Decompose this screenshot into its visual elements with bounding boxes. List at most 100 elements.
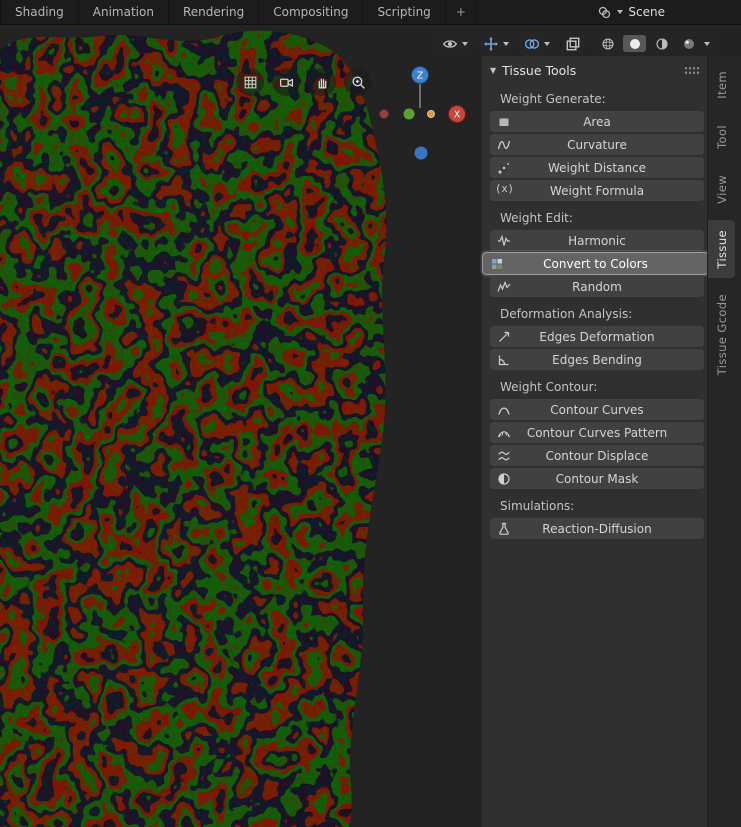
sidebar-tab-label: View: [714, 174, 729, 204]
tool-button-label: Contour Curves: [550, 402, 644, 417]
shading-wireframe-button[interactable]: [596, 35, 619, 52]
tool-button-contour-curves[interactable]: Contour Curves: [490, 399, 704, 420]
tool-button-reaction-diffusion[interactable]: Reaction-Diffusion: [490, 518, 704, 539]
sidebar-tab-item[interactable]: Item: [708, 61, 735, 109]
weight-formula-icon: (x): [495, 183, 514, 195]
camera-icon: [279, 75, 294, 90]
tool-button-edges-deformation[interactable]: Edges Deformation: [490, 326, 704, 347]
tool-button-contour-displace[interactable]: Contour Displace: [490, 445, 704, 466]
viewport-corner-tools: [236, 68, 372, 96]
sidebar-tab-label: Tissue: [714, 229, 729, 269]
scene-icon: [597, 5, 612, 20]
edges-bending-icon: [497, 353, 511, 367]
grid-toggle-button[interactable]: [236, 68, 264, 96]
axis-y-handle[interactable]: [403, 108, 415, 120]
sidebar-tab-tissue-gcode[interactable]: Tissue Gcode: [708, 284, 735, 385]
shading-rendered-button[interactable]: [677, 35, 700, 52]
workspace-tab-scripting[interactable]: Scripting: [363, 0, 446, 24]
contour-curves-icon: [497, 403, 511, 417]
workspace-tab-animation[interactable]: Animation: [79, 0, 169, 24]
shading-solid-button[interactable]: [623, 35, 646, 52]
overlays-icon: [524, 36, 540, 52]
pan-view-button[interactable]: [308, 68, 336, 96]
camera-view-button[interactable]: [272, 68, 300, 96]
tool-button-harmonic[interactable]: Harmonic: [490, 230, 704, 251]
area-icon: [497, 115, 511, 129]
xray-toggle[interactable]: [561, 31, 585, 56]
axis-z-negative-handle[interactable]: [414, 146, 428, 160]
tool-button-curvature[interactable]: Curvature: [490, 134, 704, 155]
tool-button-label: Contour Displace: [545, 448, 649, 463]
tool-button-label: Curvature: [567, 137, 627, 152]
solid-sphere-icon: [628, 37, 642, 51]
convert-to-colors-icon: [490, 257, 504, 271]
visibility-dropdown[interactable]: [438, 31, 472, 56]
navigation-gizmo[interactable]: X Z: [370, 64, 470, 167]
button-column: Edges Deformation Edges Bending: [482, 326, 708, 370]
tool-button-label: Weight Distance: [547, 160, 647, 175]
material-sphere-icon: [655, 37, 669, 51]
gizmos-dropdown[interactable]: [479, 31, 513, 56]
tool-button-edges-bending[interactable]: Edges Bending: [490, 349, 704, 370]
workspace-tab-rendering[interactable]: Rendering: [169, 0, 260, 24]
grid-icon: [243, 75, 258, 90]
section-label: Simulations:: [500, 499, 575, 513]
sidebar-tab-tissue[interactable]: Tissue: [708, 219, 735, 279]
edges-deformation-icon: [497, 330, 511, 344]
section-weight-edit: Weight Edit: Harmonic Convert to Colors …: [482, 201, 708, 297]
workspace-tab-compositing[interactable]: Compositing: [259, 0, 364, 24]
section-label: Deformation Analysis:: [500, 307, 633, 321]
tool-button-label: Edges Bending: [552, 352, 642, 367]
workspace-tabs: Shading Animation Rendering Compositing …: [0, 0, 477, 24]
section-label: Weight Edit:: [500, 211, 573, 225]
chevron-down-icon: [503, 41, 509, 46]
shading-material-button[interactable]: [650, 35, 673, 52]
section-weight-generate: Weight Generate: Area Curvature Weight D…: [482, 82, 708, 201]
rendered-sphere-icon: [682, 37, 696, 51]
panel-header-tissue-tools[interactable]: ▼ Tissue Tools: [482, 56, 708, 82]
tool-button-contour-curves-pattern[interactable]: Contour Curves Pattern: [490, 422, 704, 443]
pivot-point-icon: [427, 110, 435, 118]
button-column: Contour Curves Contour Curves Pattern Co…: [482, 399, 708, 489]
sidebar-tab-view[interactable]: View: [708, 165, 735, 214]
collapse-arrow-icon: ▼: [490, 65, 497, 75]
tool-button-weight-formula[interactable]: (x) Weight Formula: [490, 180, 704, 201]
chevron-down-icon: [704, 41, 710, 46]
tool-button-label: Convert to Colors: [543, 256, 648, 271]
sidebar-tabstrip: Item Tool View Tissue Tissue Gcode: [707, 56, 741, 827]
scene-name: Scene: [628, 5, 665, 19]
add-workspace-button[interactable]: +: [446, 0, 477, 24]
tool-button-label: Contour Mask: [555, 471, 639, 486]
tool-button-contour-mask[interactable]: Contour Mask: [490, 468, 704, 489]
axis-x-label: X: [454, 110, 461, 121]
panel-drag-handle-icon[interactable]: [684, 66, 700, 75]
axis-x-negative-handle[interactable]: [379, 109, 389, 119]
scene-selector[interactable]: Scene: [597, 5, 665, 20]
section-simulations: Simulations: Reaction-Diffusion: [482, 489, 708, 539]
tool-button-area[interactable]: Area: [490, 111, 704, 132]
shading-mode-group: [592, 31, 714, 56]
3d-viewport[interactable]: X Z ▼ Tissue Tools Weight Generate: Area: [0, 24, 741, 827]
curvature-icon: [497, 138, 511, 152]
section-weight-contour: Weight Contour: Contour Curves Contour C…: [482, 370, 708, 489]
contour-mask-icon: [497, 472, 511, 486]
contour-displace-icon: [497, 449, 511, 463]
harmonic-icon: [497, 234, 511, 248]
tool-button-label: Reaction-Diffusion: [542, 521, 652, 536]
tool-button-label: Edges Deformation: [539, 329, 655, 344]
tool-button-weight-distance[interactable]: Weight Distance: [490, 157, 704, 178]
eye-icon: [442, 36, 458, 52]
zoom-view-button[interactable]: [344, 68, 372, 96]
xray-icon: [565, 36, 581, 52]
button-column: Harmonic Convert to Colors Random: [482, 230, 708, 297]
tool-button-label: Random: [572, 279, 622, 294]
contour-curves-pattern-icon: [497, 426, 511, 440]
tool-button-random[interactable]: Random: [490, 276, 704, 297]
sidebar-tab-tool[interactable]: Tool: [708, 115, 735, 159]
tool-button-convert-to-colors[interactable]: Convert to Colors: [483, 253, 708, 274]
workspace-tab-shading[interactable]: Shading: [0, 0, 79, 24]
section-deformation-analysis: Deformation Analysis: Edges Deformation …: [482, 297, 708, 370]
topbar: Shading Animation Rendering Compositing …: [0, 0, 741, 25]
wireframe-sphere-icon: [601, 37, 615, 51]
overlays-dropdown[interactable]: [520, 31, 554, 56]
